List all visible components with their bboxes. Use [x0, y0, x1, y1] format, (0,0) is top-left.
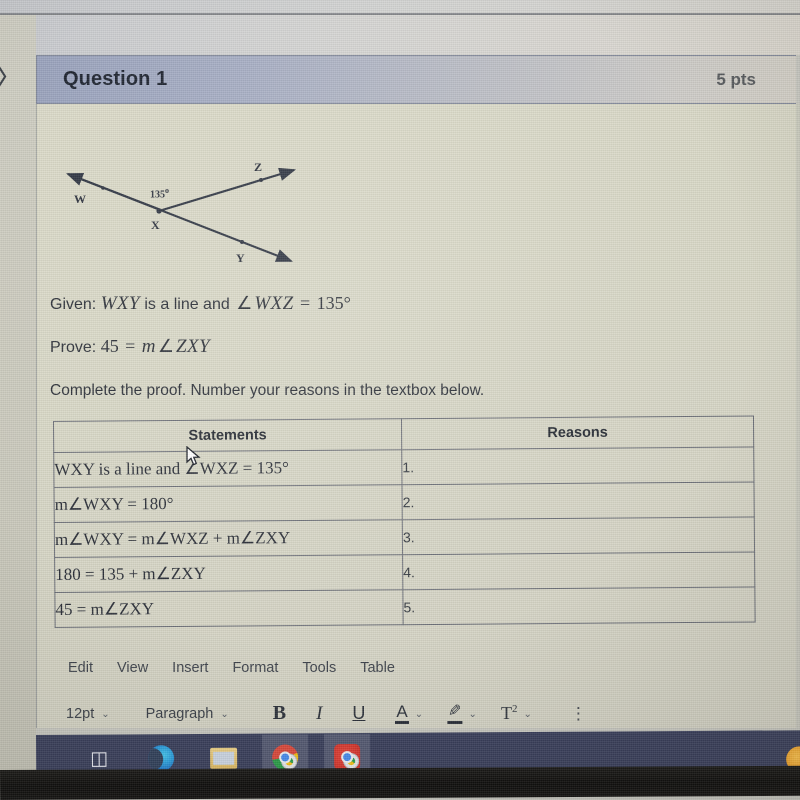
- mouse-cursor: [186, 445, 202, 473]
- menu-item-view[interactable]: View: [117, 660, 148, 676]
- equals-symbol: =: [300, 293, 311, 313]
- proof-table-body: WXY is a line and ∠WXZ = 135° 1. m∠WXY =…: [53, 446, 756, 628]
- superscript-control[interactable]: T2 ⌄: [501, 703, 532, 724]
- prove-value: 45: [100, 336, 119, 356]
- chrome-icon: [272, 744, 299, 771]
- chrome-badge-icon: [281, 753, 298, 770]
- given-angle-name: WXZ: [254, 293, 294, 314]
- collapse-chevron-icon[interactable]: 〉: [0, 62, 24, 96]
- superscript-icon: T2: [500, 703, 518, 723]
- statement-cell-4: 180 = 135 + m∠ZXY: [54, 554, 403, 593]
- text-color-control[interactable]: A ⌄: [395, 703, 423, 724]
- chevron-down-icon: ⌄: [468, 709, 477, 720]
- font-size-value: 12pt: [66, 705, 95, 722]
- menu-item-insert[interactable]: Insert: [172, 660, 208, 676]
- table-row: 45 = m∠ZXY 5.: [54, 586, 756, 628]
- given-segment: WXY: [100, 293, 140, 314]
- prove-statement: Prove: 45 = m ∠ ZXY: [50, 336, 210, 358]
- highlighter-pen-icon: ✎: [447, 703, 463, 724]
- figure-label-w: W: [74, 192, 86, 206]
- monitor-bezel: [0, 765, 800, 800]
- point-w: [101, 186, 105, 190]
- question-points-badge: 5 pts: [716, 69, 756, 89]
- editor-toolbar: 12pt ⌄ Paragraph ⌄ B I U A ⌄ ✎ ⌄ T2 ⌄ ⋮: [66, 702, 587, 725]
- prove-angle-name: ZXY: [176, 336, 210, 357]
- menu-item-edit[interactable]: Edit: [68, 660, 93, 676]
- given-value: 135°: [316, 293, 351, 313]
- prove-measure-m: m: [141, 336, 156, 357]
- question-header-bar: Question 1 5 pts: [36, 55, 796, 104]
- reason-cell-4[interactable]: 4.: [402, 551, 755, 590]
- table-row: m∠WXY = m∠WXZ + m∠ZXY 3.: [54, 516, 755, 558]
- browser-top-strip: [0, 0, 800, 14]
- folder-icon: [209, 747, 237, 769]
- italic-button[interactable]: I: [316, 703, 322, 725]
- chevron-down-icon: ⌄: [220, 709, 229, 720]
- task-view-icon: ◫: [90, 747, 109, 770]
- table-row: WXY is a line and ∠WXZ = 135° 1.: [53, 446, 755, 488]
- highlight-color-control[interactable]: ✎ ⌄: [447, 703, 477, 724]
- proof-table: Statements Reasons WXY is a line and ∠WX…: [53, 415, 756, 628]
- geometry-diagram: W X Y Z 135o: [46, 148, 326, 283]
- chevron-down-icon: ⌄: [101, 709, 110, 720]
- menu-item-table[interactable]: Table: [360, 660, 395, 676]
- reason-cell-5[interactable]: 5.: [402, 586, 756, 625]
- figure-angle-measure: 135o: [150, 186, 169, 201]
- column-header-reasons: Reasons: [401, 415, 754, 450]
- font-size-select[interactable]: 12pt ⌄: [66, 706, 110, 722]
- column-header-statements: Statements: [53, 418, 402, 453]
- figure-label-z: Z: [254, 160, 263, 174]
- text-color-icon: A: [395, 703, 409, 724]
- menu-item-format[interactable]: Format: [232, 660, 278, 676]
- given-statement: Given: WXY is a line and ∠ WXZ = 135°: [50, 293, 351, 315]
- angle-symbol-icon: ∠: [236, 293, 253, 313]
- statement-cell-2: m∠WXY = 180°: [54, 484, 403, 523]
- prove-prefix: Prove:: [50, 339, 97, 356]
- prove-equals: =: [125, 336, 136, 356]
- bold-button[interactable]: B: [273, 702, 286, 725]
- paragraph-style-select[interactable]: Paragraph ⌄: [146, 706, 229, 722]
- given-middle-text: is a line and: [144, 296, 230, 313]
- edge-icon: [148, 745, 175, 772]
- photographed-screen: 〉 Question 1 5 pts W X Y Z: [0, 0, 800, 800]
- chrome-icon: [334, 744, 361, 771]
- editor-menu-bar: Edit View Insert Format Tools Table: [68, 660, 395, 676]
- given-prefix: Given:: [50, 296, 97, 313]
- menu-item-tools[interactable]: Tools: [302, 660, 336, 676]
- more-options-icon[interactable]: ⋮: [570, 705, 587, 722]
- chrome-badge-icon: [343, 753, 360, 770]
- statement-cell-1: WXY is a line and ∠WXZ = 135°: [53, 449, 403, 488]
- geometry-diagram-svg: [66, 167, 297, 262]
- browser-upper-band: [0, 15, 800, 55]
- underline-button[interactable]: U: [352, 703, 365, 724]
- reason-cell-2[interactable]: 2.: [402, 481, 755, 520]
- figure-label-y: Y: [236, 251, 245, 265]
- ray-xz: [158, 167, 297, 213]
- prove-angle-symbol-icon: ∠: [157, 336, 175, 356]
- point-z: [259, 178, 263, 182]
- statement-cell-3: m∠WXY = m∠WXZ + m∠ZXY: [54, 519, 403, 558]
- chevron-down-icon: ⌄: [414, 709, 424, 720]
- instruction-text: Complete the proof. Number your reasons …: [50, 382, 485, 399]
- paragraph-style-value: Paragraph: [145, 705, 214, 722]
- chevron-down-icon: ⌄: [523, 709, 532, 720]
- reason-cell-3[interactable]: 3.: [402, 516, 755, 555]
- reason-cell-1[interactable]: 1.: [401, 446, 755, 485]
- table-row: m∠WXY = 180° 2.: [54, 481, 755, 523]
- figure-label-x: X: [151, 218, 160, 232]
- statement-cell-5: 45 = m∠ZXY: [54, 589, 404, 628]
- page-left-margin: [0, 15, 36, 770]
- table-row: 180 = 135 + m∠ZXY 4.: [54, 551, 755, 593]
- page-title: Question 1: [63, 68, 168, 90]
- point-x: [156, 208, 162, 214]
- point-y: [240, 240, 244, 244]
